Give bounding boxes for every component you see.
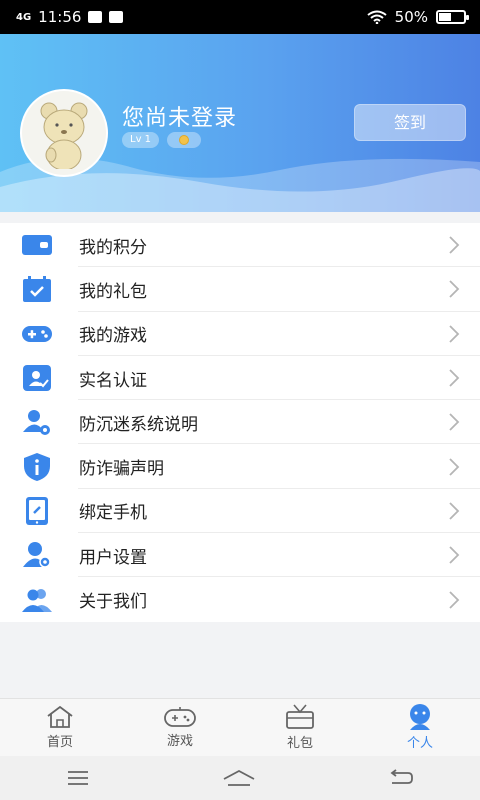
battery-level (439, 13, 451, 21)
battery-icon (436, 10, 469, 24)
menu-item-bind-phone[interactable]: 绑定手机 (0, 489, 480, 534)
menu-item-points[interactable]: 我的积分 (0, 223, 480, 268)
tab-home[interactable]: 首页 (0, 699, 120, 756)
menu-item-label: 用户设置 (79, 547, 147, 568)
menu-item-label: 防诈骗声明 (79, 459, 164, 480)
gamepad-icon (164, 707, 196, 727)
menu-item-label: 绑定手机 (79, 503, 147, 524)
menu-item-about[interactable]: 关于我们 (0, 577, 480, 621)
menu-list: 我的积分 我的礼包 我的游戏 实名认证 防沉迷系统说明 防诈骗声明 绑定手机 用… (0, 223, 480, 622)
coin-icon (179, 135, 190, 145)
chevron-right-icon (449, 590, 460, 609)
menu-item-label: 防沉迷系统说明 (79, 414, 198, 435)
chevron-right-icon (449, 413, 460, 431)
tab-label: 礼包 (286, 736, 313, 751)
tab-games[interactable]: 游戏 (120, 699, 240, 756)
home-icon (47, 705, 73, 728)
menu-item-gifts[interactable]: 我的礼包 (0, 267, 480, 312)
user-settings-icon (22, 407, 52, 437)
status-time: 11:56 (38, 8, 82, 26)
profile-header: 您尚未登录 Lv 1 签到 (0, 34, 480, 212)
chevron-right-icon (449, 502, 460, 520)
chevron-right-icon (449, 280, 460, 299)
gamepad-icon (22, 319, 52, 349)
chevron-right-icon (449, 236, 460, 254)
menu-icon[interactable] (66, 770, 90, 786)
menu-item-anti-fraud[interactable]: 防诈骗声明 (0, 444, 480, 489)
phone-link-icon (22, 496, 52, 526)
signin-button[interactable]: 签到 (354, 104, 466, 141)
chevron-right-icon (449, 369, 460, 387)
system-nav-bar (0, 756, 480, 800)
level-badge: Lv 1 (122, 132, 160, 148)
battery-percent: 50% (394, 8, 428, 26)
chevron-right-icon (449, 546, 460, 564)
tab-gifts[interactable]: 礼包 (240, 699, 360, 756)
message-icon (109, 11, 124, 23)
menu-item-label: 我的积分 (79, 237, 147, 258)
coin-badge (167, 132, 202, 148)
wallet-icon (22, 230, 52, 260)
tab-label: 游戏 (166, 734, 193, 749)
menu-item-label: 关于我们 (79, 592, 147, 613)
users-icon (22, 585, 52, 615)
bear-avatar-icon (40, 102, 88, 169)
tv-gift-icon (286, 704, 314, 729)
bottom-tabbar: 首页 游戏 礼包 个人 (0, 698, 480, 756)
shield-info-icon (22, 452, 52, 482)
user-gear-icon (22, 540, 52, 570)
calendar-check-icon (22, 274, 52, 304)
username[interactable]: 您尚未登录 (122, 100, 237, 132)
signal-icon: 4G (16, 11, 32, 23)
person-icon (410, 704, 430, 730)
id-card-icon (22, 363, 52, 393)
tab-profile[interactable]: 个人 (360, 699, 480, 756)
menu-item-user-settings[interactable]: 用户设置 (0, 533, 480, 578)
home-nav-icon[interactable] (222, 769, 256, 787)
menu-item-label: 我的礼包 (79, 281, 147, 302)
notification-icon (88, 11, 103, 23)
menu-item-anti-addiction[interactable]: 防沉迷系统说明 (0, 400, 480, 445)
wifi-icon (367, 10, 387, 24)
tab-label: 个人 (406, 736, 433, 751)
menu-item-real-name[interactable]: 实名认证 (0, 356, 480, 401)
avatar[interactable] (20, 89, 108, 177)
back-icon[interactable] (388, 769, 414, 787)
chevron-right-icon (449, 457, 460, 476)
menu-item-games[interactable]: 我的游戏 (0, 312, 480, 356)
chevron-right-icon (449, 325, 460, 343)
menu-item-label: 我的游戏 (79, 326, 147, 347)
status-bar: 4G 11:56 50% (0, 0, 480, 34)
menu-item-label: 实名认证 (79, 370, 147, 391)
tab-label: 首页 (46, 735, 73, 750)
badge-row: Lv 1 (122, 132, 202, 148)
